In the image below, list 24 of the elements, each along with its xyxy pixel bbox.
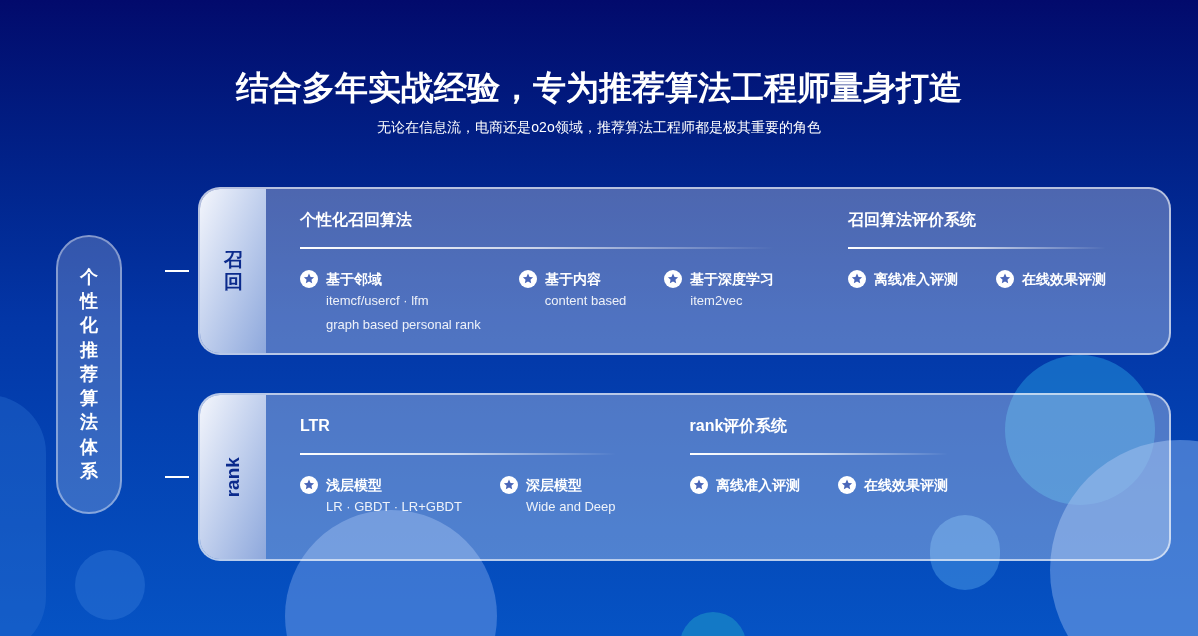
item-name: 在线效果评测 (1022, 270, 1107, 288)
item-detail: itemcf/usercf · lfm (326, 292, 430, 310)
item-detail: Wide and Deep (525, 498, 616, 516)
item-name: 在线效果评测 (863, 476, 948, 494)
item-name: 基于邻域 (326, 270, 383, 288)
item-detail: LR · GBDT · LR+GBDT (326, 498, 462, 516)
group-title: rank评价系统 (689, 416, 789, 436)
item-detail: graph based personal rank (326, 316, 481, 334)
section-label: rank (220, 456, 244, 498)
item-detail: item2vec (690, 292, 744, 310)
item-name: 离线准入评测 (715, 476, 800, 494)
root-label: 个性化推荐算法体系 (80, 265, 98, 484)
item-name: 基于内容 (544, 270, 602, 288)
group-title: LTR (300, 416, 331, 436)
item-name: 离线准入评测 (874, 270, 959, 288)
group-title: 个性化召回算法 (300, 210, 413, 230)
item-name: 浅层模型 (326, 476, 383, 494)
item-name: 基于深度学习 (690, 270, 775, 288)
page-subheading: 无论在信息流，电商还是o2o领域，推荐算法工程师都是极其重要的角色 (377, 118, 821, 136)
item-name: 深层模型 (525, 476, 583, 494)
section-label: 召回 (223, 249, 243, 293)
item-detail: content based (544, 292, 627, 310)
group-title: 召回算法评价系统 (848, 210, 978, 230)
page-heading: 结合多年实战经验，专为推荐算法工程师量身打造 (236, 68, 962, 108)
